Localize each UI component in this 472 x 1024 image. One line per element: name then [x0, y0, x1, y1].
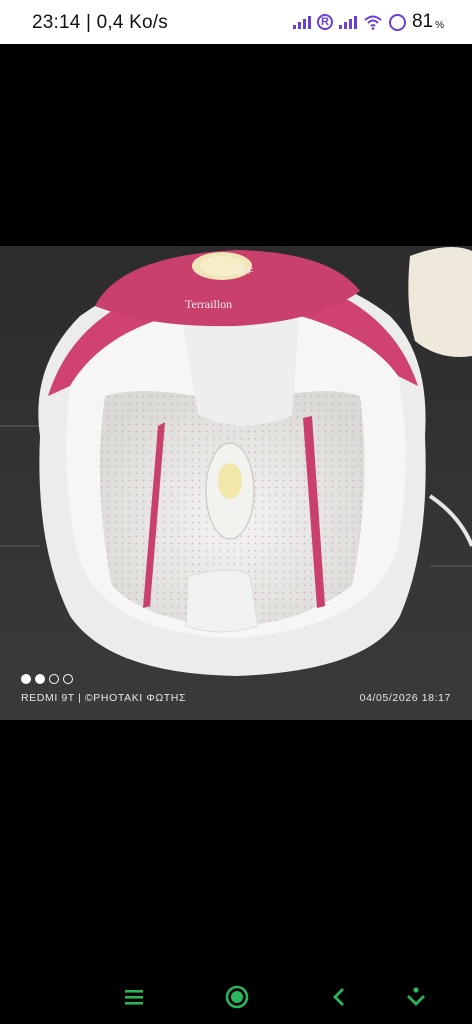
battery-icon: [388, 13, 406, 31]
status-time: 23:14 | 0,4 Ko/s: [32, 12, 168, 33]
page-dot: [63, 674, 73, 684]
roaming-icon: R: [316, 14, 333, 30]
battery-level: 81: [411, 11, 434, 32]
photo-viewer[interactable]: OFF Terraillon REDMI 9T | ©PHOTAKI ΦΩΤΗΣ…: [0, 246, 472, 720]
status-icons: R 81 %: [292, 10, 444, 34]
page-dot: [21, 674, 31, 684]
back-icon[interactable]: [327, 984, 353, 1010]
signal-icon: [292, 15, 311, 29]
brand-label: Terraillon: [185, 297, 233, 311]
wifi-icon: [364, 15, 382, 30]
battery-unit: %: [435, 19, 444, 31]
page-indicator: [21, 674, 73, 684]
device-watermark: REDMI 9T | ©PHOTAKI ΦΩΤΗΣ: [21, 692, 187, 704]
page-dot: [49, 674, 59, 684]
page-dot: [35, 674, 45, 684]
home-icon[interactable]: [224, 984, 250, 1010]
knob-label: OFF: [236, 267, 254, 276]
menu-icon[interactable]: [121, 984, 147, 1010]
foot-spa-photo: [0, 246, 472, 720]
navigation-bar: [0, 970, 472, 1024]
assistant-icon[interactable]: [403, 984, 429, 1010]
status-bar: 23:14 | 0,4 Ko/s R 81 %: [0, 0, 472, 44]
signal-icon: [338, 15, 357, 29]
timestamp-watermark: 04/05/2026 18:17: [359, 692, 451, 704]
